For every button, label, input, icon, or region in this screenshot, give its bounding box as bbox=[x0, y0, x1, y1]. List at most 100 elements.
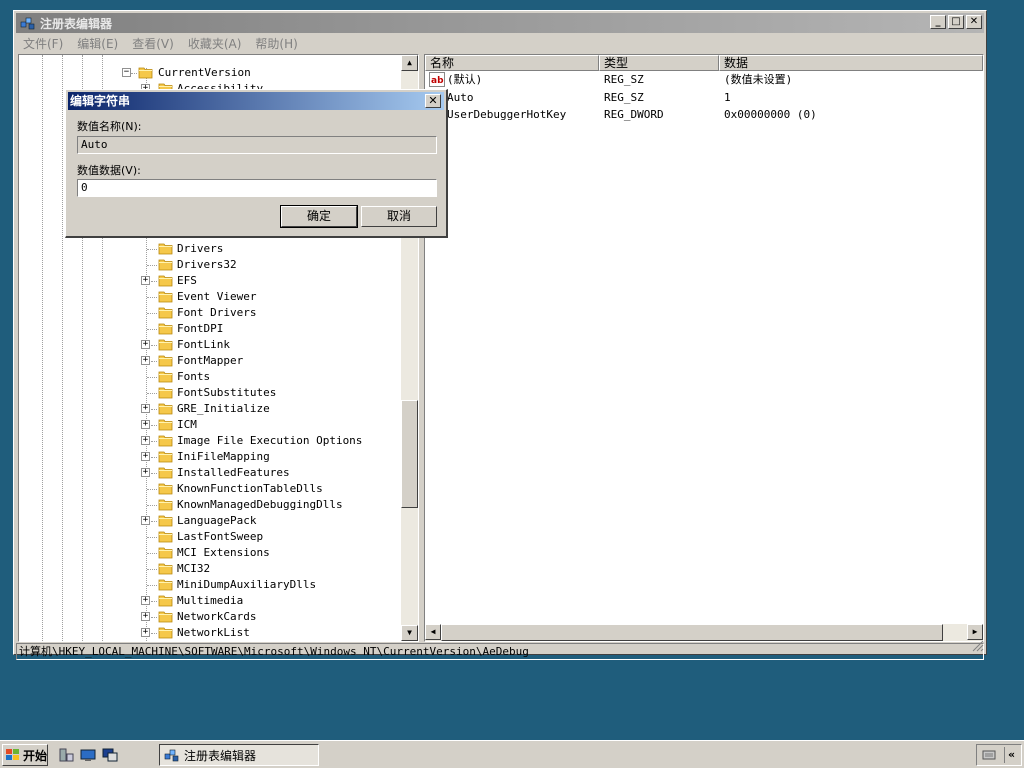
scroll-left-arrow-icon[interactable]: ◀ bbox=[425, 624, 441, 640]
expand-icon[interactable]: + bbox=[141, 276, 150, 285]
tree-connector bbox=[147, 537, 157, 538]
list-item[interactable]: ab Auto REG_SZ 1 bbox=[425, 89, 983, 106]
scroll-thumb[interactable] bbox=[441, 624, 943, 641]
expand-icon[interactable]: + bbox=[141, 468, 150, 477]
menu-favorites[interactable]: 收藏夹(A) bbox=[181, 35, 249, 52]
column-name-header[interactable]: 名称 bbox=[425, 55, 599, 71]
tree-node[interactable]: KnownManagedDebuggingDlls bbox=[19, 497, 402, 513]
menu-help[interactable]: 帮助(H) bbox=[248, 35, 304, 52]
scroll-up-arrow-icon[interactable]: ▲ bbox=[401, 55, 418, 71]
expand-icon[interactable]: + bbox=[141, 356, 150, 365]
tree-node[interactable]: + Image File Execution Options bbox=[19, 433, 402, 449]
tree-node[interactable]: FontSubstitutes bbox=[19, 385, 402, 401]
expand-icon[interactable]: + bbox=[141, 452, 150, 461]
tree-node-label: Font Drivers bbox=[177, 306, 257, 319]
tree-node[interactable]: Drivers bbox=[19, 241, 402, 257]
tree-node[interactable]: KnownFunctionTableDlls bbox=[19, 481, 402, 497]
list-item[interactable]: ab (默认) REG_SZ (数值未设置) bbox=[425, 71, 983, 88]
ok-button[interactable]: 确定 bbox=[280, 205, 358, 228]
tree-connector bbox=[151, 425, 157, 426]
column-data-header[interactable]: 数据 bbox=[719, 55, 983, 71]
tree-node[interactable]: Event Viewer bbox=[19, 289, 402, 305]
list-item[interactable]: 011 UserDebuggerHotKey REG_DWORD 0x00000… bbox=[425, 106, 983, 123]
collapse-icon[interactable]: − bbox=[122, 68, 131, 77]
status-bar: 计算机\HKEY_LOCAL_MACHINE\SOFTWARE\Microsof… bbox=[16, 643, 984, 660]
value-name-label: 数值名称(N): bbox=[77, 120, 142, 133]
minimize-button[interactable]: _ bbox=[930, 15, 946, 29]
tree-node-label: InstalledFeatures bbox=[177, 466, 290, 479]
tree-node[interactable]: FontDPI bbox=[19, 321, 402, 337]
expand-icon[interactable]: + bbox=[141, 404, 150, 413]
tree-connector bbox=[147, 265, 157, 266]
expand-icon[interactable]: + bbox=[141, 596, 150, 605]
tree-node[interactable]: + InstalledFeatures bbox=[19, 465, 402, 481]
tree-node[interactable]: + LanguagePack bbox=[19, 513, 402, 529]
tree-node[interactable]: + FontMapper bbox=[19, 353, 402, 369]
expand-icon[interactable]: + bbox=[141, 628, 150, 637]
cancel-button[interactable]: 取消 bbox=[361, 206, 437, 227]
values-list-pane[interactable]: 名称 类型 数据 ab (默认) REG_SZ (数值未设置) ab Auto … bbox=[424, 54, 984, 642]
scroll-thumb[interactable] bbox=[401, 400, 418, 508]
list-header: 名称 类型 数据 bbox=[425, 55, 983, 71]
tree-node[interactable]: MCI Extensions bbox=[19, 545, 402, 561]
taskbar-item-regedit[interactable]: 注册表编辑器 bbox=[159, 744, 319, 766]
expand-icon[interactable]: + bbox=[141, 516, 150, 525]
tree-node[interactable]: + NetworkCards bbox=[19, 609, 402, 625]
scroll-right-arrow-icon[interactable]: ▶ bbox=[967, 624, 983, 640]
tree-node-label: KnownManagedDebuggingDlls bbox=[177, 498, 343, 511]
menu-edit[interactable]: 编辑(E) bbox=[70, 35, 125, 52]
server-manager-icon[interactable] bbox=[58, 748, 74, 762]
dialog-title: 编辑字符串 bbox=[70, 94, 131, 108]
title-bar[interactable]: 注册表编辑器 _ □ ✕ bbox=[16, 13, 984, 33]
tree-node[interactable]: Drivers32 bbox=[19, 257, 402, 273]
tree-node[interactable]: MCI32 bbox=[19, 561, 402, 577]
tree-connector bbox=[151, 601, 157, 602]
close-button[interactable]: ✕ bbox=[966, 15, 982, 29]
menu-file[interactable]: 文件(F) bbox=[16, 35, 70, 52]
tree-connector bbox=[147, 329, 157, 330]
dialog-title-bar[interactable]: 编辑字符串 ✕ bbox=[68, 92, 444, 110]
tree-node[interactable]: Fonts bbox=[19, 369, 402, 385]
tree-node[interactable]: + EFS bbox=[19, 273, 402, 289]
folder-icon bbox=[158, 259, 173, 271]
column-type-header[interactable]: 类型 bbox=[599, 55, 719, 71]
tree-node-currentversion[interactable]: − CurrentVersion bbox=[19, 65, 402, 81]
tree-node[interactable]: LastFontSweep bbox=[19, 529, 402, 545]
command-prompt-icon[interactable] bbox=[102, 748, 118, 762]
expand-icon[interactable]: + bbox=[141, 612, 150, 621]
value-data: (数值未设置) bbox=[724, 73, 793, 86]
resize-grip-icon[interactable] bbox=[972, 640, 984, 652]
tree-node[interactable]: MiniDumpAuxiliaryDlls bbox=[19, 577, 402, 593]
menu-view[interactable]: 查看(V) bbox=[125, 35, 181, 52]
value-data: 0x00000000 (0) bbox=[724, 108, 817, 121]
folder-open-icon bbox=[138, 67, 153, 79]
tree-node[interactable]: Font Drivers bbox=[19, 305, 402, 321]
tree-node[interactable]: + GRE_Initialize bbox=[19, 401, 402, 417]
folder-icon bbox=[158, 515, 173, 527]
tree-node[interactable]: + IniFileMapping bbox=[19, 449, 402, 465]
tree-node-label: KnownFunctionTableDlls bbox=[177, 482, 323, 495]
maximize-button[interactable]: □ bbox=[948, 15, 964, 29]
expand-icon[interactable]: + bbox=[141, 436, 150, 445]
expand-icon[interactable]: + bbox=[141, 340, 150, 349]
list-horizontal-scrollbar[interactable]: ◀ ▶ bbox=[425, 624, 983, 641]
show-desktop-icon[interactable] bbox=[80, 748, 96, 762]
tree-node[interactable]: + NetworkList bbox=[19, 625, 402, 641]
tree-node[interactable]: + FontLink bbox=[19, 337, 402, 353]
tray-expand-chevron-icon[interactable]: « bbox=[1004, 747, 1018, 763]
tray-network-icon[interactable] bbox=[981, 748, 997, 762]
start-label: 开始 bbox=[23, 748, 48, 763]
folder-icon bbox=[158, 595, 173, 607]
tree-node-label: NetworkCards bbox=[177, 610, 257, 623]
folder-icon bbox=[158, 275, 173, 287]
menu-bar: 文件(F) 编辑(E) 查看(V) 收藏夹(A) 帮助(H) bbox=[16, 34, 984, 52]
scroll-down-arrow-icon[interactable]: ▼ bbox=[401, 625, 418, 641]
value-name: UserDebuggerHotKey bbox=[447, 108, 567, 121]
tree-node[interactable]: + Multimedia bbox=[19, 593, 402, 609]
start-button[interactable]: 开始 bbox=[2, 744, 48, 766]
value-data-input[interactable]: 0 bbox=[77, 179, 437, 197]
dialog-close-button[interactable]: ✕ bbox=[425, 94, 441, 108]
tree-node[interactable]: + ICM bbox=[19, 417, 402, 433]
folder-icon bbox=[158, 467, 173, 479]
expand-icon[interactable]: + bbox=[141, 420, 150, 429]
